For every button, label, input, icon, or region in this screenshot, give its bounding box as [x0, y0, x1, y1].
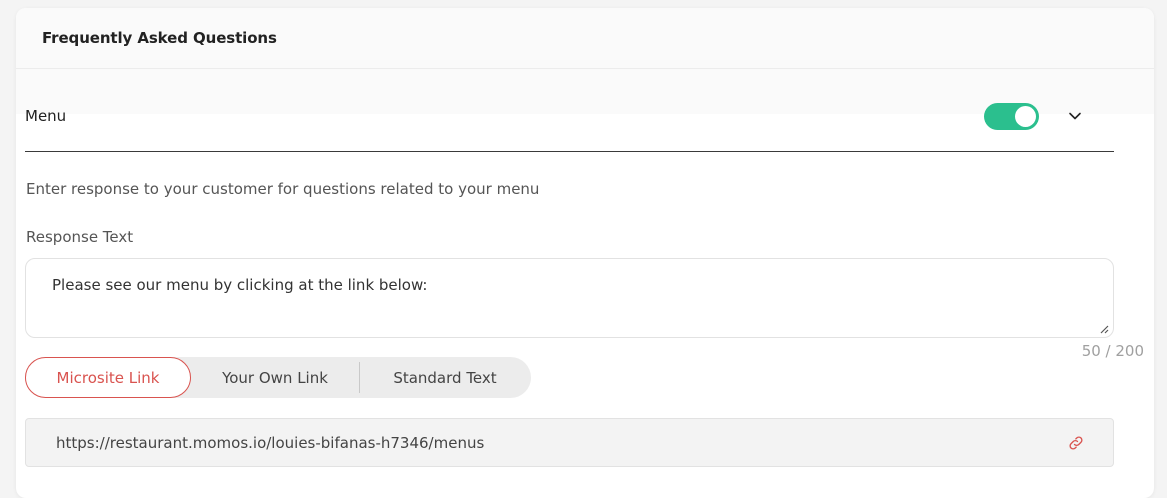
standard-text-option[interactable]: Standard Text [360, 357, 530, 398]
section-enabled-toggle[interactable] [984, 103, 1039, 130]
your-own-link-option[interactable]: Your Own Link [191, 357, 359, 398]
toggle-knob [1015, 106, 1036, 127]
link-type-selector: Microsite Link Your Own Link Standard Te… [25, 357, 531, 398]
microsite-url-field[interactable]: https://restaurant.momos.io/louies-bifan… [25, 418, 1114, 467]
resize-handle-icon[interactable] [1099, 324, 1109, 334]
response-text-label: Response Text [26, 228, 134, 246]
microsite-url-value: https://restaurant.momos.io/louies-bifan… [56, 433, 485, 452]
section-description: Enter response to your customer for ques… [26, 180, 540, 198]
section-title: Menu [25, 107, 67, 125]
response-text-input[interactable]: Please see our menu by clicking at the l… [25, 258, 1114, 338]
microsite-link-option[interactable]: Microsite Link [25, 357, 191, 398]
faq-section-menu[interactable]: Menu [25, 103, 1114, 152]
card-header: Frequently Asked Questions [16, 8, 1154, 69]
character-count: 50 / 200 [1081, 342, 1144, 360]
chevron-down-icon[interactable] [1067, 108, 1083, 124]
link-icon[interactable] [1067, 434, 1085, 452]
page-title: Frequently Asked Questions [42, 29, 277, 47]
